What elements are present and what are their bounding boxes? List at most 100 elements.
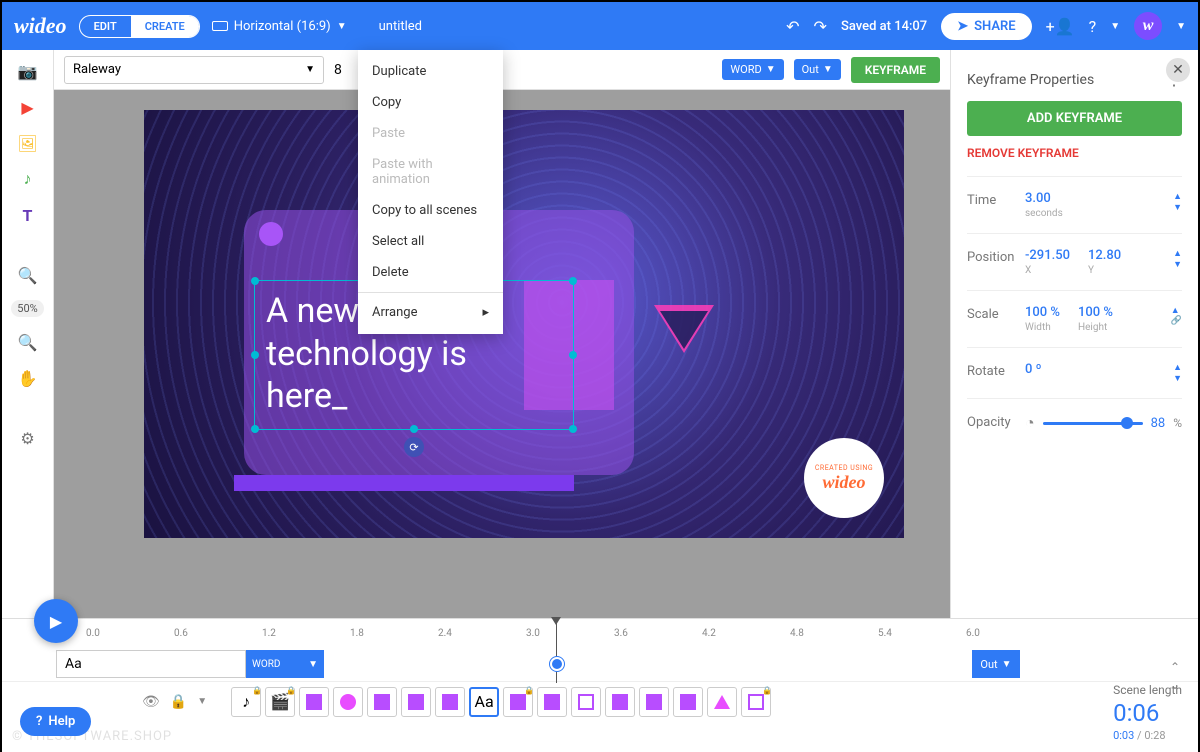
layer-chip[interactable] [333,687,363,717]
add-keyframe-button[interactable]: ADD KEYFRAME [967,101,1182,136]
edit-mode-button[interactable]: EDIT [80,16,131,37]
track-label[interactable]: Aa [56,650,246,678]
video-icon[interactable]: ▶ [17,96,39,118]
resize-handle[interactable] [251,425,259,433]
settings-icon[interactable]: ⚙ [17,427,39,449]
resize-handle[interactable] [251,277,259,285]
timeline-ruler[interactable]: 0.0 0.6 1.2 1.8 2.4 3.0 3.6 4.2 4.8 5.4 … [2,619,1198,647]
resize-handle[interactable] [569,277,577,285]
layer-chip[interactable] [571,687,601,717]
track-out-clip[interactable]: Out▼ [972,650,1020,678]
time-value[interactable]: 3.00 [1025,191,1063,206]
layer-chip-video[interactable]: 🎬🔒 [265,687,295,717]
ctx-copy-all-scenes[interactable]: Copy to all scenes [358,195,503,226]
prop-opacity: Opacity ◔ 88 % [967,398,1182,447]
layer-chip[interactable]: 🔒 [503,687,533,717]
music-icon[interactable]: ♪ [17,168,39,190]
layer-chip[interactable] [299,687,329,717]
help-button[interactable]: ? Help [20,707,91,736]
opacity-slider[interactable] [1043,422,1143,425]
resize-handle[interactable] [569,425,577,433]
edit-create-toggle[interactable]: EDIT CREATE [79,15,200,38]
layer-chip-music[interactable]: ♪🔒 [231,687,261,717]
undo-icon[interactable]: ↶ [786,17,799,36]
remove-keyframe-button[interactable]: REMOVE KEYFRAME [967,146,1182,160]
create-mode-button[interactable]: CREATE [131,16,199,37]
ctx-delete[interactable]: Delete [358,257,503,288]
rotate-icon[interactable]: ⟳ [404,437,424,457]
slider-thumb[interactable] [1121,417,1133,429]
shape-bar[interactable] [234,475,574,491]
chevron-down-icon[interactable]: ▼ [197,696,207,707]
layer-chip[interactable] [707,687,737,717]
resize-handle[interactable] [410,425,418,433]
ruler-tick: 2.4 [438,628,526,639]
track-keyframe-marker[interactable] [550,657,564,671]
watermark-badge: CREATED USING wideo [804,438,884,518]
visibility-icon[interactable]: 👁 [142,694,160,710]
stepper-icon[interactable]: ▲▼ [1173,191,1182,213]
layer-chip[interactable] [537,687,567,717]
track-word-clip[interactable]: WORD▼ [246,650,324,678]
layer-chip[interactable] [435,687,465,717]
zoom-out-icon[interactable]: 🔍 [17,331,39,353]
font-dropdown[interactable]: Raleway ▼ [64,56,324,84]
stepper-icon[interactable]: ▲▼ [1173,248,1182,270]
position-x-unit: X [1025,265,1070,276]
close-icon[interactable]: ✕ [1166,58,1190,82]
shape-circle[interactable] [259,222,283,246]
scale-width-value[interactable]: 100 % [1025,305,1060,320]
context-menu: Duplicate Copy Paste Paste with animatio… [358,50,503,334]
add-user-icon[interactable]: +👤 [1046,17,1075,36]
project-title[interactable]: untitled [379,19,422,34]
word-animation-button[interactable]: WORD▼ [722,59,783,80]
camera-icon[interactable]: 📷 [17,60,39,82]
logo: wideo [14,13,67,39]
ctx-arrange[interactable]: Arrange ▸ [358,297,503,328]
position-x-value[interactable]: -291.50 [1025,248,1070,263]
resize-handle[interactable] [569,351,577,359]
share-button[interactable]: ➤ SHARE [941,13,1031,40]
play-button[interactable]: ▶ [34,599,78,643]
ctx-copy[interactable]: Copy [358,87,503,118]
redo-icon[interactable]: ↷ [814,17,827,36]
stepper-icon[interactable]: ▲▼ [1173,362,1182,384]
pan-icon[interactable]: ✋ [17,367,39,389]
resize-handle[interactable] [251,351,259,359]
ctx-duplicate[interactable]: Duplicate [358,56,503,87]
scene-length-value[interactable]: 0:06 [1113,699,1182,727]
image-icon[interactable]: 🖼 [17,132,39,154]
layer-chip[interactable] [367,687,397,717]
ruler-tick: 1.8 [350,628,438,639]
layer-chip[interactable] [673,687,703,717]
canvas[interactable]: A new technology is here_ ⟳ CREATED USIN… [144,110,904,538]
layer-chip[interactable]: 🔒 [741,687,771,717]
rotate-value[interactable]: 0 º [1025,362,1042,377]
ctx-select-all[interactable]: Select all [358,226,503,257]
scale-height-value[interactable]: 100 % [1078,305,1113,320]
timeline-track[interactable]: Aa WORD▼ Out▼ [2,647,1198,681]
layer-chip[interactable] [605,687,635,717]
chevron-down-icon[interactable]: ▼ [1176,21,1186,32]
out-animation-button[interactable]: Out▼ [794,59,841,80]
link-icon[interactable]: ▲🔗 [1171,305,1182,326]
keyframe-properties-panel: ✕ Keyframe Properties ⋮ ADD KEYFRAME REM… [950,50,1198,618]
zoom-in-icon[interactable]: 🔍 [17,264,39,286]
text-icon[interactable]: T [17,204,39,226]
help-icon[interactable]: ? [1089,17,1097,36]
shape-triangle[interactable] [654,305,714,353]
opacity-value[interactable]: 88 [1151,416,1166,431]
chevron-down-icon[interactable]: ▼ [1110,21,1120,32]
position-y-value[interactable]: 12.80 [1088,248,1121,263]
layer-chip-text[interactable]: Aa [469,687,499,717]
orientation-label: Horizontal (16:9) [234,19,331,34]
orientation-dropdown[interactable]: Horizontal (16:9) ▼ [212,19,347,34]
layer-chip[interactable] [401,687,431,717]
zoom-level[interactable]: 50% [11,300,43,317]
layer-chip[interactable] [639,687,669,717]
ruler-tick: 6.0 [966,628,1054,639]
keyframe-button[interactable]: KEYFRAME [851,57,940,83]
lock-icon[interactable]: 🔒 [170,694,187,710]
chevron-down-icon: ▼ [337,21,347,32]
user-avatar[interactable]: w [1134,12,1162,40]
